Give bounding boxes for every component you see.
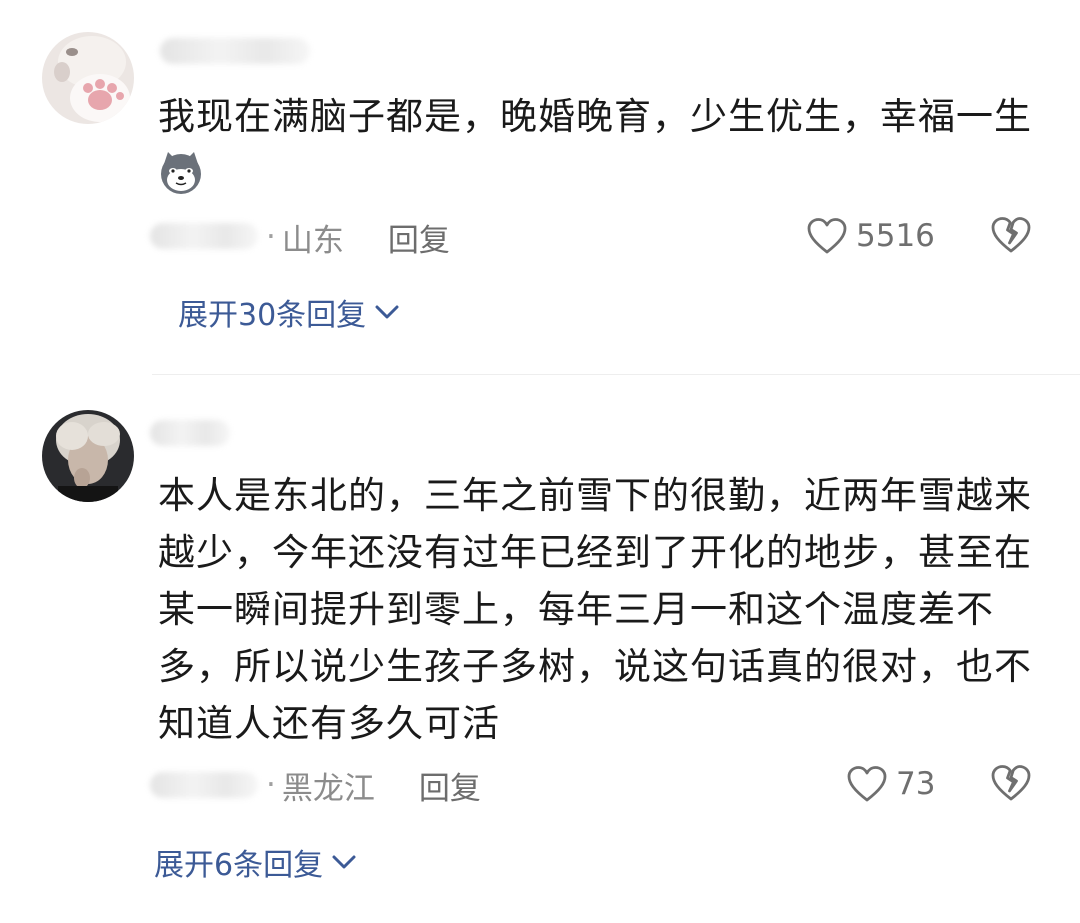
comment-text: 本人是东北的，三年之前雪下的很勤，近两年雪越来越少，今年还没有过年已经到了开化的… — [158, 474, 1032, 745]
avatar-person[interactable] — [42, 410, 134, 502]
broken-heart-icon — [991, 765, 1031, 801]
dislike-button[interactable] — [990, 764, 1032, 806]
username-redacted[interactable] — [150, 420, 230, 446]
heart-icon — [807, 218, 847, 254]
meta-separator: · — [266, 767, 276, 803]
husky-emoji-icon — [158, 150, 204, 196]
meta-separator: · — [266, 219, 276, 255]
reply-button[interactable]: 回复 — [419, 763, 481, 808]
heart-icon — [847, 766, 887, 802]
comment-meta: · 山东 回复 — [262, 215, 450, 260]
expand-replies-link[interactable]: 展开30条回复 — [178, 292, 400, 333]
dislike-button[interactable] — [990, 216, 1032, 258]
expand-replies-label: 展开30条回复 — [178, 298, 367, 333]
like-button[interactable]: 5516 — [806, 214, 935, 258]
location-label: 山东 — [281, 222, 344, 259]
comment-text: 我现在满脑子都是，晚婚晚育，少生优生，幸福一生 — [158, 95, 1032, 138]
comment-divider — [152, 374, 1080, 375]
location-label: 黑龙江 — [281, 770, 375, 807]
comment-meta: · 黑龙江 回复 — [262, 763, 481, 808]
reply-button[interactable]: 回复 — [388, 215, 450, 260]
expand-replies-label: 展开6条回复 — [154, 848, 324, 883]
like-count: 73 — [896, 766, 936, 802]
like-button[interactable]: 73 — [846, 762, 935, 806]
broken-heart-icon — [991, 217, 1031, 253]
username-redacted-meta — [150, 772, 258, 798]
chevron-down-icon — [375, 305, 399, 319]
avatar-cat[interactable] — [42, 32, 134, 124]
chevron-down-icon — [332, 855, 356, 869]
expand-replies-link[interactable]: 展开6条回复 — [154, 842, 357, 883]
like-count: 5516 — [856, 218, 935, 254]
username-redacted[interactable] — [160, 38, 310, 64]
username-redacted-meta — [150, 223, 258, 249]
